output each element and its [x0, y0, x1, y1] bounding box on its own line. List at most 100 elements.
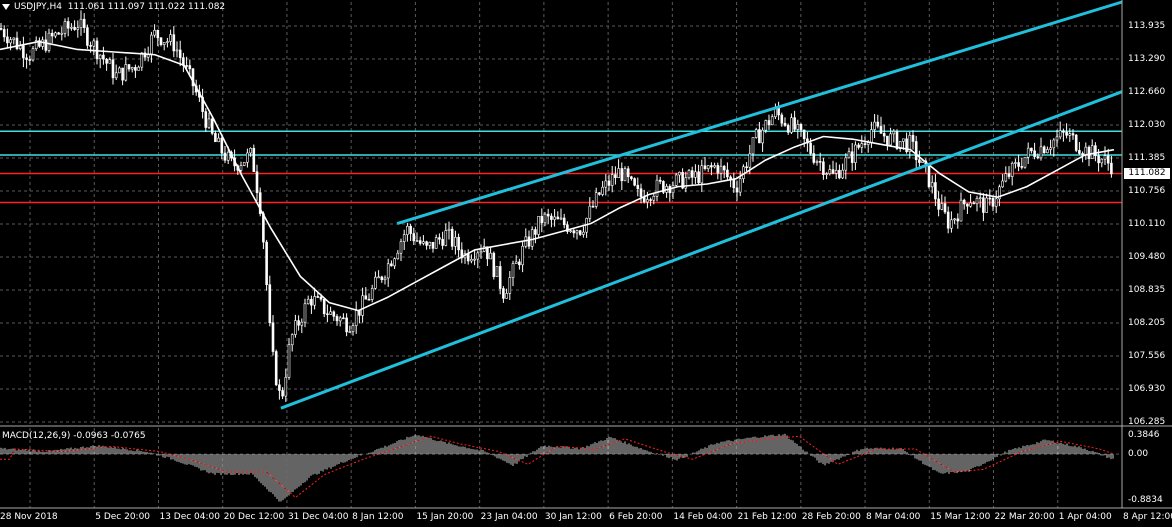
- candle-body: [886, 135, 889, 146]
- candle-body: [978, 197, 982, 200]
- candle-body: [940, 203, 944, 210]
- candle-body: [831, 169, 835, 174]
- candle-body: [1049, 147, 1052, 150]
- candle-body: [204, 111, 208, 128]
- candle-body: [166, 41, 169, 43]
- candle-body: [57, 32, 60, 35]
- candle-body: [1014, 162, 1017, 164]
- candle-body: [572, 230, 576, 234]
- candle-body: [306, 298, 310, 305]
- candle-body: [780, 114, 784, 124]
- time-axis-label: 22 Mar 20:00: [994, 512, 1055, 522]
- candle-body: [902, 138, 905, 142]
- candle-body: [438, 237, 441, 240]
- candle-body: [889, 133, 892, 146]
- candle-body: [870, 129, 873, 143]
- channel-line-upper[interactable]: [396, 0, 1123, 225]
- candle-body: [630, 176, 633, 179]
- candle-body: [937, 198, 940, 210]
- candle-body: [966, 203, 969, 207]
- candle-body: [738, 178, 742, 193]
- candle-body: [594, 192, 598, 207]
- candle-body: [105, 58, 108, 64]
- price-axis-label: 106.930: [1128, 384, 1166, 394]
- candle-body: [479, 250, 483, 254]
- candle-body: [748, 153, 752, 168]
- horizontal-levels[interactable]: [0, 130, 1122, 204]
- candle-body: [1010, 163, 1014, 177]
- candle-body: [415, 240, 419, 242]
- price-axis-label: 107.556: [1128, 351, 1166, 361]
- candle-body: [674, 174, 678, 186]
- candle-body: [793, 117, 796, 130]
- candle-body: [921, 160, 924, 163]
- candle-body: [991, 198, 995, 207]
- candle-body: [546, 213, 550, 217]
- candle-body: [127, 64, 131, 70]
- candle-body: [892, 131, 896, 135]
- candle-body: [873, 121, 876, 130]
- candle-body: [354, 310, 358, 326]
- candle-body: [12, 37, 16, 40]
- candle-body: [959, 199, 963, 222]
- candle-body: [508, 277, 512, 294]
- price-axis-label: 110.756: [1128, 186, 1166, 196]
- candle-body: [172, 34, 176, 52]
- candle-body: [1017, 162, 1020, 167]
- macd-axis-label: 0.00: [1128, 449, 1149, 460]
- candle-body: [300, 321, 304, 326]
- candle-body: [719, 165, 723, 174]
- candle-body: [31, 48, 35, 61]
- candle-body: [159, 37, 163, 45]
- price-chart[interactable]: [0, 0, 1172, 527]
- price-axis-label: 110.110: [1128, 219, 1166, 229]
- candle-body: [188, 65, 192, 70]
- candle-body: [364, 295, 368, 300]
- symbol-header[interactable]: USDJPY,H4 111.061 111.097 111.022 111.08…: [2, 1, 225, 13]
- candle-body: [220, 137, 224, 154]
- candle-body: [1055, 136, 1059, 141]
- candle-body: [284, 377, 288, 397]
- candle-body: [393, 258, 396, 267]
- candle-body: [857, 144, 860, 148]
- time-axis-label: 23 Jan 04:00: [480, 512, 538, 522]
- candle-body: [1081, 153, 1084, 156]
- candle-body: [268, 284, 272, 323]
- candle-body: [348, 331, 352, 333]
- channel-line-lower[interactable]: [280, 90, 1123, 410]
- price-axis-label: 113.935: [1128, 21, 1166, 31]
- candle-body: [639, 188, 643, 198]
- candle-body: [617, 168, 620, 178]
- candle-body: [338, 317, 342, 322]
- candle-body: [274, 351, 278, 386]
- candle-body: [470, 258, 473, 262]
- candle-body: [6, 36, 9, 44]
- candle-body: [786, 125, 790, 133]
- candle-body: [761, 129, 764, 144]
- candle-body: [649, 199, 652, 201]
- candle-body: [86, 27, 89, 46]
- candle-body: [534, 229, 537, 235]
- time-axis-label: 1 Apr 04:00: [1058, 512, 1112, 522]
- candle-body: [431, 241, 435, 249]
- candle-body: [1001, 180, 1004, 188]
- candle-body: [82, 18, 86, 28]
- candle-body: [530, 229, 534, 247]
- candle-body: [703, 165, 707, 170]
- candle-body: [578, 230, 582, 235]
- candle-body: [50, 32, 54, 37]
- candle-body: [591, 205, 595, 208]
- candle-body: [303, 303, 307, 323]
- candle-body: [15, 37, 19, 49]
- candle-body: [950, 219, 953, 229]
- candle-body: [1068, 133, 1072, 136]
- candle-body: [1026, 147, 1030, 158]
- candle-body: [434, 237, 438, 249]
- candle-body: [1074, 134, 1078, 151]
- candle-body: [454, 236, 457, 247]
- candle-body: [281, 390, 284, 397]
- candle-body: [972, 202, 976, 205]
- candle-body: [982, 197, 985, 213]
- dropdown-triangle-icon[interactable]: [2, 3, 10, 10]
- candle-body: [658, 179, 662, 182]
